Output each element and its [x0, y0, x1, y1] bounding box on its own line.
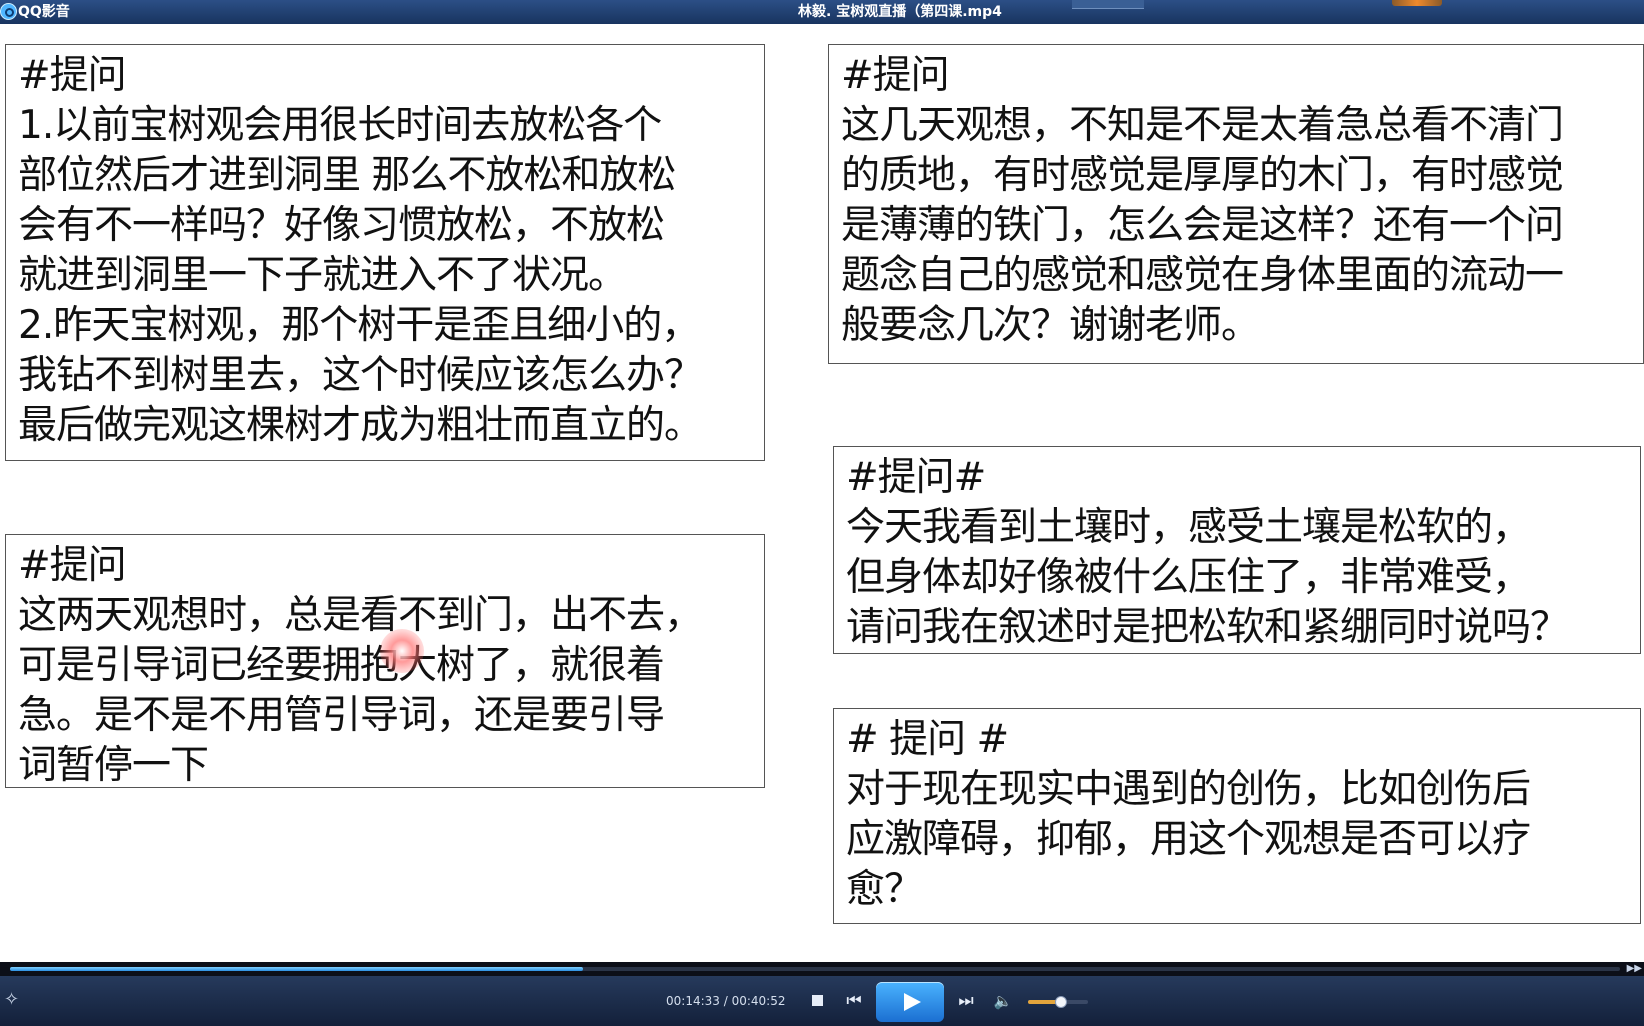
question-box-4: #提问# 今天我看到土壤时，感受土壤是松软的， 但身体却好像被什么压住了，非常难… — [833, 446, 1641, 654]
time-separator: / — [719, 994, 732, 1008]
qq-player-logo-icon — [0, 3, 17, 20]
seek-end-icon[interactable]: ▶▶ — [1627, 963, 1642, 975]
volume-knob[interactable] — [1055, 996, 1067, 1008]
stop-button[interactable] — [808, 991, 828, 1011]
current-time: 00:14:33 — [666, 994, 720, 1008]
seek-progress — [10, 967, 584, 971]
question-box-5: # 提问 # 对于现在现实中遇到的创伤，比如创伤后 应激障碍，抑郁，用这个观想是… — [833, 708, 1641, 924]
app-name: QQ影音 — [18, 4, 70, 20]
play-button[interactable] — [876, 982, 944, 1022]
playback-time: 00:14:33 / 00:40:52 — [666, 993, 785, 1009]
window-title: 林毅. 宝树观直播（第四课.mp4 — [798, 4, 1002, 20]
video-frame[interactable]: #提问 1.以前宝树观会用很长时间去放松各个 部位然后才进到洞里 那么不放松和放… — [0, 24, 1644, 962]
skin-icon[interactable]: ✧ — [4, 990, 19, 1010]
seek-track[interactable] — [10, 967, 1620, 971]
title-bar: QQ影音 林毅. 宝树观直播（第四课.mp4 — [0, 0, 1644, 24]
control-bar: ✧ 00:14:33 / 00:40:52 ⏮ ⏭ 🔈 — [0, 976, 1644, 1026]
total-time: 00:40:52 — [731, 994, 786, 1008]
question-box-3: #提问 这两天观想时，总是看不到门，出不去， 可是引导词已经要拥抱大树了，就很着… — [5, 534, 765, 788]
question-box-2: #提问 这几天观想，不知是不是太着急总看不清门 的质地，有时感觉是厚厚的木门，有… — [828, 44, 1644, 364]
skip-next-icon[interactable]: ⏭ — [954, 991, 978, 1011]
seek-bar[interactable]: ▶▶ — [0, 962, 1644, 976]
question-box-1: #提问 1.以前宝树观会用很长时间去放松各个 部位然后才进到洞里 那么不放松和放… — [5, 44, 765, 461]
volume-slider[interactable] — [1028, 996, 1088, 1008]
title-bar-accent-widget[interactable] — [1392, 0, 1442, 6]
skip-previous-icon[interactable]: ⏮ — [842, 991, 866, 1011]
volume-icon[interactable]: 🔈 — [992, 991, 1014, 1011]
title-bar-widget[interactable] — [1072, 0, 1144, 9]
